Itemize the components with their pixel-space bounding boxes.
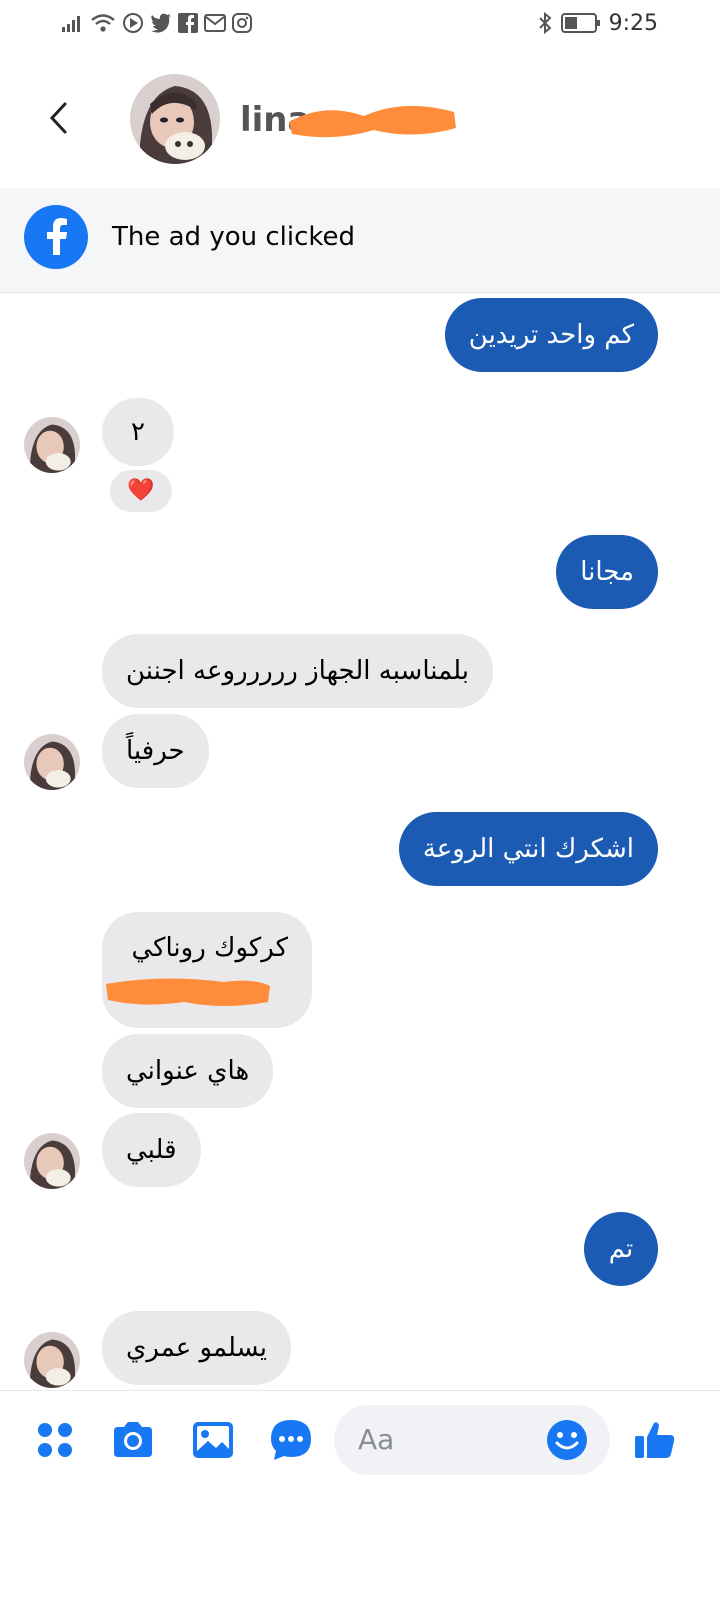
status-left-icons xyxy=(62,10,252,36)
chat-bubble-icon[interactable] xyxy=(268,1417,314,1463)
status-right-icons: 9:25 xyxy=(537,10,658,36)
message-text: مجانا xyxy=(580,557,634,587)
sender-avatar[interactable] xyxy=(24,1133,80,1189)
twitter-icon xyxy=(150,13,172,33)
message-input[interactable]: Aa xyxy=(334,1405,610,1475)
camera-icon[interactable] xyxy=(110,1417,156,1463)
message-composer: Aa xyxy=(0,1390,720,1491)
message-bubble-outgoing[interactable]: تم xyxy=(584,1212,658,1286)
message-bubble-outgoing[interactable]: مجانا xyxy=(556,535,658,609)
message-bubble-outgoing[interactable]: كم واحد تريدين xyxy=(444,298,658,372)
play-icon xyxy=(122,12,144,34)
message-text: قلبي xyxy=(126,1135,177,1165)
message-text: كركوك روناكي xyxy=(131,933,288,963)
message-text: هاي عنواني xyxy=(126,1056,250,1086)
gallery-icon[interactable] xyxy=(190,1417,236,1463)
wifi-icon xyxy=(90,13,116,33)
emoji-icon[interactable] xyxy=(546,1419,588,1461)
gmail-icon xyxy=(204,14,226,32)
sender-avatar[interactable] xyxy=(24,734,80,790)
message-text: حرفياً xyxy=(126,736,185,766)
facebook-icon xyxy=(178,13,198,33)
conversation-header: lina xyxy=(0,60,720,185)
signal-icon xyxy=(62,14,84,32)
message-bubble-incoming[interactable]: حرفياً xyxy=(102,714,209,788)
reaction-badge[interactable]: ❤️ xyxy=(110,470,172,512)
facebook-icon xyxy=(24,205,88,269)
message-bubble-incoming[interactable]: هاي عنواني xyxy=(102,1034,274,1108)
status-bar: 9:25 xyxy=(0,0,720,48)
message-bubble-incoming[interactable]: يسلمو عمري xyxy=(102,1311,292,1385)
redaction-scribble xyxy=(289,105,456,138)
contact-avatar[interactable] xyxy=(130,74,220,164)
battery-icon xyxy=(560,12,601,34)
message-text: ٢ xyxy=(131,417,145,447)
message-input-placeholder: Aa xyxy=(358,1423,395,1456)
message-text: اشكرك انتي الروعة xyxy=(422,834,634,864)
redaction-scribble xyxy=(106,978,270,1006)
apps-icon[interactable] xyxy=(32,1417,78,1463)
back-arrow-icon xyxy=(49,102,67,134)
ad-banner[interactable]: The ad you clicked xyxy=(0,188,720,293)
back-button[interactable] xyxy=(40,98,80,138)
message-bubble-incoming[interactable]: بلمناسبه الجهاز ررررروعه اجننن xyxy=(102,634,493,708)
message-text: كم واحد تريدين xyxy=(468,320,634,350)
sender-avatar[interactable] xyxy=(24,1332,80,1388)
message-text: بلمناسبه الجهاز ررررروعه اجننن xyxy=(126,656,469,686)
sender-avatar[interactable] xyxy=(24,417,80,473)
bluetooth-icon xyxy=(537,12,553,34)
message-text: تم xyxy=(608,1234,634,1264)
message-list: كم واحد تريدين ٢ ❤️ مجانا بلمناسبه الجها… xyxy=(0,292,720,1390)
like-icon[interactable] xyxy=(632,1417,678,1463)
instagram-icon xyxy=(232,13,252,33)
heart-icon: ❤️ xyxy=(127,478,155,503)
ad-banner-label: The ad you clicked xyxy=(112,222,356,252)
message-text: يسلمو عمري xyxy=(126,1333,268,1363)
message-bubble-incoming[interactable]: قلبي xyxy=(102,1113,201,1187)
status-time: 9:25 xyxy=(608,10,658,36)
message-bubble-incoming[interactable]: ٢ xyxy=(102,398,174,466)
message-bubble-outgoing[interactable]: اشكرك انتي الروعة xyxy=(398,812,658,886)
